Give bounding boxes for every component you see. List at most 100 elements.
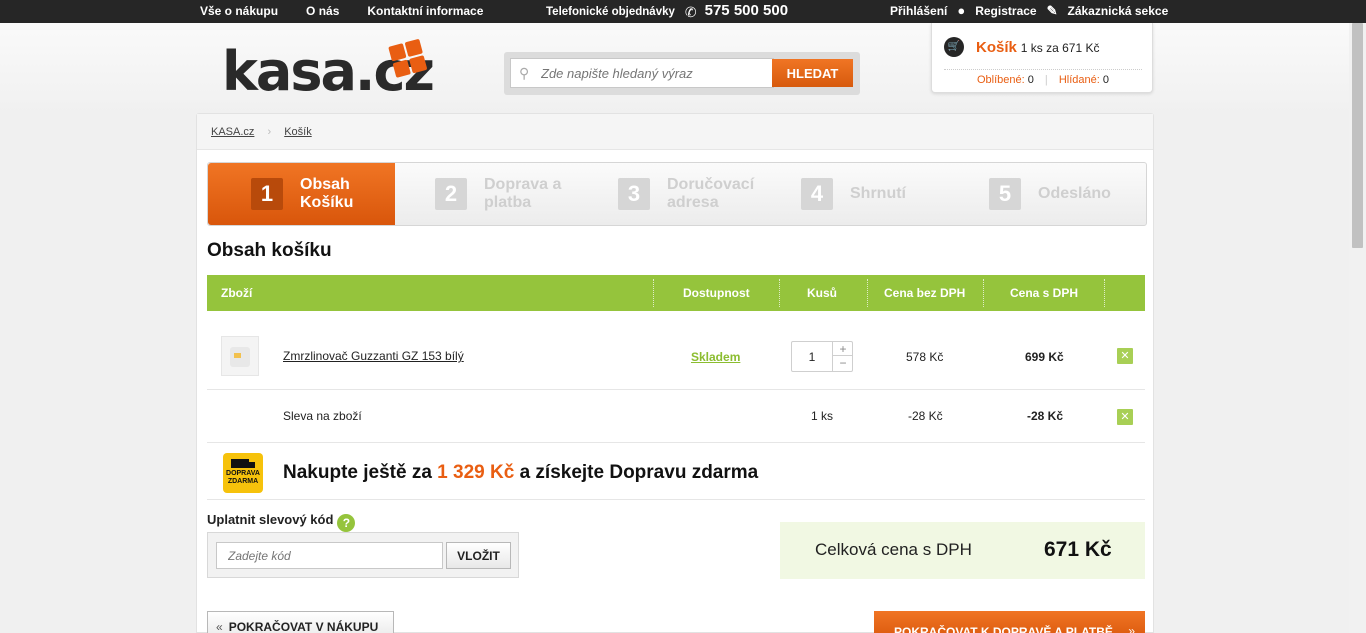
col-header-price-gross: Cena s DPH <box>1010 286 1079 300</box>
divider <box>779 279 780 307</box>
free-shipping-text: Nakupte ještě za 1 329 Kč a získejte Dop… <box>283 462 759 483</box>
discount-label: Sleva na zboží <box>283 409 362 423</box>
free-shipping-banner: DOPRAVA ZDARMA Nakupte ještě za 1 329 Kč … <box>207 444 1145 500</box>
double-chevron-right-icon: » <box>1128 624 1135 633</box>
total-price-box: Celková cena s DPH 671 Kč <box>780 522 1145 579</box>
coupon-input[interactable] <box>216 542 443 569</box>
table-row: Sleva na zboží 1 ks -28 Kč -28 Kč ✕ <box>207 391 1145 443</box>
breadcrumb-separator-icon: › <box>267 126 272 138</box>
register-link[interactable]: Registrace <box>975 4 1036 18</box>
scrollbar[interactable] <box>1349 23 1366 633</box>
header: kasa.cz ⚲ HLEDAT <box>0 23 1366 115</box>
coupon-form: VLOŽIT <box>207 532 519 578</box>
phone-icon: ✆ <box>684 3 697 20</box>
scrollbar-thumb[interactable] <box>1352 23 1363 248</box>
continue-to-shipping-button[interactable]: POKRAČOVAT K DOPRAVĚ A PLATBĚ» <box>874 611 1145 633</box>
user-icon: ● <box>957 3 966 18</box>
availability-link[interactable]: Skladem <box>691 350 740 364</box>
step-label: Shrnutí <box>850 185 906 202</box>
divider <box>1104 279 1105 307</box>
cart-count: 1 ks za 671 Kč <box>1020 41 1100 55</box>
col-header-product: Zboží <box>221 286 253 300</box>
free-shipping-truck-icon: DOPRAVA ZDARMA <box>223 453 263 493</box>
step-shipping-payment[interactable]: 2 Doprava a platba <box>395 163 578 225</box>
top-bar: Vše o nákupu O nás Kontaktní informace T… <box>0 0 1366 23</box>
step-label: Doprava a platba <box>484 176 562 211</box>
search-button[interactable]: HLEDAT <box>772 59 853 87</box>
quantity-value[interactable]: 1 <box>792 350 832 364</box>
link-about-us[interactable]: O nás <box>306 4 339 18</box>
step-sent[interactable]: 5 Odesláno <box>959 163 1146 225</box>
price-gross: 699 Kč <box>1025 350 1064 364</box>
step-number: 5 <box>989 178 1021 210</box>
plus-icon[interactable]: + <box>833 342 853 356</box>
divider <box>944 69 1142 70</box>
cart-label[interactable]: Košík <box>976 39 1017 56</box>
breadcrumb: KASA.cz › Košík <box>197 114 1153 150</box>
step-label: Obsah Košíku <box>300 176 354 211</box>
watched-link[interactable]: Hlídané: <box>1059 74 1100 86</box>
favorites-count: 0 <box>1027 74 1034 86</box>
remove-discount-close-icon[interactable]: ✕ <box>1117 409 1133 425</box>
discount-price-net: -28 Kč <box>908 409 943 423</box>
search-input[interactable] <box>541 63 769 83</box>
total-label: Celková cena s DPH <box>815 540 972 559</box>
watched-count: 0 <box>1102 74 1110 86</box>
discount-quantity: 1 ks <box>811 409 834 423</box>
divider: | <box>1044 74 1048 86</box>
account-links: Přihlášení ● Registrace ✎ Zákaznická sek… <box>890 4 1168 18</box>
total-value: 671 Kč <box>1044 538 1112 561</box>
col-header-price-net: Cena bez DPH <box>884 286 966 300</box>
link-about-shopping[interactable]: Vše o nákupu <box>200 4 278 18</box>
page-title: Obsah košíku <box>207 240 332 261</box>
cart-links: Oblíbené: 0 | Hlídané: 0 <box>932 74 1154 86</box>
minus-icon[interactable]: − <box>833 356 853 370</box>
search-icon: ⚲ <box>519 65 530 81</box>
continue-shopping-button[interactable]: «POKRAČOVAT V NÁKUPU <box>207 611 394 633</box>
col-header-availability: Dostupnost <box>683 286 750 300</box>
search-bar: ⚲ HLEDAT <box>504 52 860 95</box>
quantity-stepper[interactable]: 1 + − <box>791 341 853 372</box>
help-icon[interactable]: ? <box>337 514 356 532</box>
cart-icon: 🛒 <box>944 37 964 57</box>
step-number: 1 <box>251 178 283 210</box>
link-contact[interactable]: Kontaktní informace <box>367 4 483 18</box>
step-cart-contents[interactable]: 1 Obsah Košíku <box>208 163 395 225</box>
breadcrumb-cart[interactable]: Košík <box>284 126 312 138</box>
remove-item-close-icon[interactable]: ✕ <box>1117 348 1133 364</box>
phone-label: Telefonické objednávky <box>546 5 675 18</box>
cart-title: Košík 1 ks za 671 Kč <box>976 39 1099 56</box>
divider <box>653 279 654 307</box>
apply-coupon-button[interactable]: VLOŽIT <box>446 542 511 569</box>
breadcrumb-home[interactable]: KASA.cz <box>211 126 254 138</box>
cart-summary[interactable]: 🛒 Košík 1 ks za 671 Kč Oblíbené: 0 | Hlí… <box>931 23 1153 93</box>
double-chevron-left-icon: « <box>216 620 223 633</box>
main-content: KASA.cz › Košík 1 Obsah Košíku 2 Doprava … <box>196 113 1154 633</box>
price-net: 578 Kč <box>906 350 944 364</box>
checkout-steps: 1 Obsah Košíku 2 Doprava a platba 3 Doručo… <box>207 162 1147 226</box>
divider <box>867 279 868 307</box>
step-number: 3 <box>618 178 650 210</box>
col-header-quantity: Kusů <box>807 286 837 300</box>
pencil-icon: ✎ <box>1046 3 1058 18</box>
step-number: 2 <box>435 178 467 210</box>
step-delivery-address[interactable]: 3 Doručovací adresa <box>578 163 771 225</box>
phone-info: Telefonické objednávky ✆ 575 500 500 <box>546 2 789 20</box>
login-link[interactable]: Přihlášení <box>890 4 947 18</box>
divider <box>983 279 984 307</box>
customer-section-link[interactable]: Zákaznická sekce <box>1068 4 1169 18</box>
free-shipping-amount: 1 329 Kč <box>437 462 515 483</box>
product-thumbnail[interactable] <box>221 336 259 376</box>
table-row: Zmrzlinovač Guzzanti GZ 153 bílý Skladem… <box>207 324 1145 390</box>
step-label: Doručovací adresa <box>667 176 755 211</box>
step-number: 4 <box>801 178 833 210</box>
cart-table-header: Zboží Dostupnost Kusů Cena bez DPH Cena … <box>207 275 1145 311</box>
phone-number: 575 500 500 <box>704 2 789 19</box>
product-name-link[interactable]: Zmrzlinovač Guzzanti GZ 153 bílý <box>283 349 464 363</box>
quantity-controls: + − <box>832 342 853 371</box>
step-summary[interactable]: 4 Shrnutí <box>771 163 959 225</box>
favorites-link[interactable]: Oblíbené: <box>977 74 1025 86</box>
search-field-wrap: ⚲ <box>510 58 774 88</box>
top-links: Vše o nákupu O nás Kontaktní informace <box>200 4 511 18</box>
discount-price-gross: -28 Kč <box>1027 409 1064 423</box>
